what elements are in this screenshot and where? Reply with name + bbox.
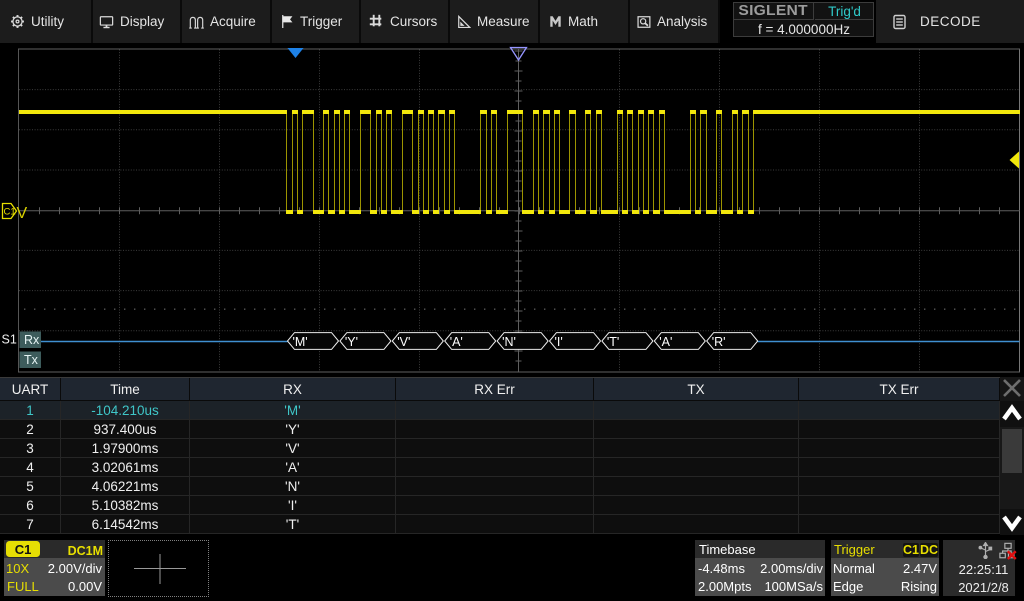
svg-text:Tx: Tx: [24, 353, 39, 367]
svg-text:'T': 'T': [607, 335, 619, 349]
svg-text:'V': 'V': [397, 335, 410, 349]
svg-text:'A': 'A': [659, 335, 672, 349]
svg-text:C1: C1: [4, 207, 16, 218]
svg-text:'R': 'R': [712, 335, 726, 349]
svg-text:Rx: Rx: [24, 333, 40, 347]
svg-text:S1: S1: [2, 333, 17, 347]
svg-text:'M': 'M': [293, 335, 308, 349]
svg-text:'Y': 'Y': [345, 335, 358, 349]
svg-text:'A': 'A': [450, 335, 463, 349]
svg-text:'N': 'N': [502, 335, 516, 349]
svg-text:'I': 'I': [555, 335, 563, 349]
svg-text:V: V: [17, 205, 28, 222]
